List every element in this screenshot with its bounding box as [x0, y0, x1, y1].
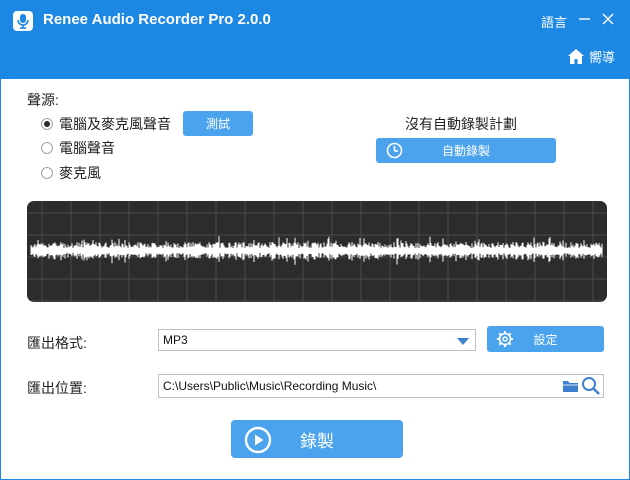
record-button[interactable]: 錄製 [231, 420, 403, 458]
record-label: 錄製 [300, 431, 334, 451]
test-button[interactable]: 測試 [183, 111, 253, 136]
output-path-value: C:\Users\Public\Music\Recording Music\ [163, 379, 377, 393]
play-icon [244, 426, 272, 454]
format-label: 匯出格式: [27, 335, 87, 351]
home-icon [568, 48, 584, 64]
radio-indicator [41, 142, 53, 154]
settings-label: 設定 [533, 332, 558, 347]
search-icon[interactable] [581, 376, 601, 396]
radio-label: 電腦聲音 [59, 140, 115, 156]
radio-label: 麥克風 [59, 165, 101, 181]
radio-microphone[interactable]: 麥克風 [41, 163, 101, 183]
minimize-icon[interactable] [575, 9, 595, 29]
radio-indicator [41, 167, 53, 179]
output-path-field[interactable]: C:\Users\Public\Music\Recording Music\ [158, 374, 604, 398]
format-select[interactable]: MP3 [158, 329, 476, 351]
radio-label: 電腦及麥克風聲音 [59, 116, 171, 132]
waveform-display [27, 201, 607, 302]
source-label: 聲源: [27, 92, 59, 108]
language-button[interactable]: 語言 [541, 12, 567, 31]
radio-computer-and-mic[interactable]: 電腦及麥克風聲音 [41, 114, 171, 134]
chevron-down-icon [457, 338, 469, 345]
location-label: 匯出位置: [27, 380, 87, 396]
waveform-trace [30, 236, 603, 265]
schedule-status: 沒有自動錄製計劃 [405, 116, 517, 132]
auto-record-label: 自動錄製 [441, 144, 490, 158]
folder-icon[interactable] [562, 378, 579, 394]
title-bar: Renee Audio Recorder Pro 2.0.0 語言 嚮導 [1, 1, 629, 79]
app-window: Renee Audio Recorder Pro 2.0.0 語言 嚮導 聲源:… [0, 0, 630, 480]
microphone-app-icon [13, 11, 33, 31]
auto-record-button[interactable]: 自動錄製 [376, 138, 556, 163]
guide-home-button[interactable]: 嚮導 [567, 46, 615, 66]
waveform-svg [27, 201, 607, 302]
clock-icon [386, 142, 403, 159]
app-title: Renee Audio Recorder Pro 2.0.0 [43, 11, 271, 28]
guide-label: 嚮導 [589, 49, 616, 65]
gear-icon [497, 331, 513, 347]
settings-button[interactable]: 設定 [487, 326, 604, 352]
radio-computer-sound[interactable]: 電腦聲音 [41, 138, 115, 158]
close-icon[interactable] [598, 9, 618, 29]
radio-indicator [41, 118, 53, 130]
format-value: MP3 [163, 333, 188, 347]
